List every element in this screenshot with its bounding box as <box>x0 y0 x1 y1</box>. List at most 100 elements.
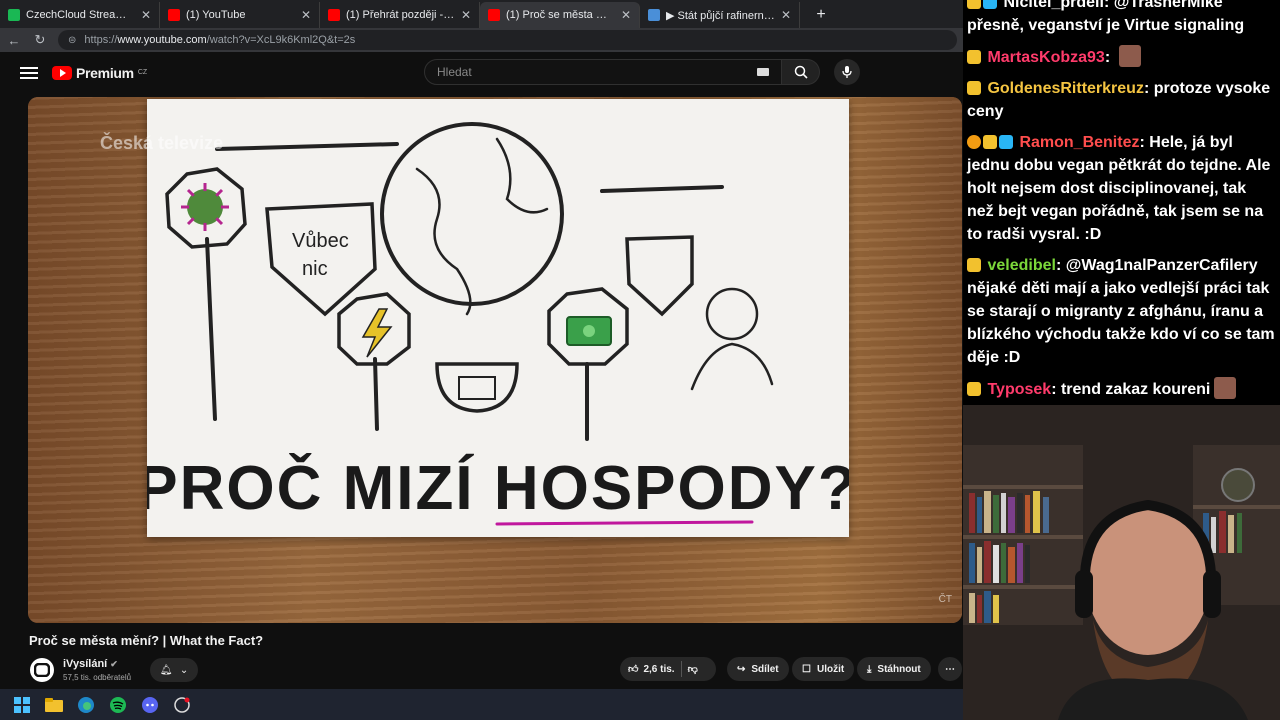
verified-icon: ✔ <box>110 659 118 669</box>
save-button[interactable]: ☐ Uložit <box>792 657 855 681</box>
video-player[interactable]: Vůbec nic PROČ MIZÍ HOSPODY? Česká telev… <box>28 97 962 623</box>
browser-tab-active[interactable]: (1) Proč se města mění? | What the ✕ <box>480 2 640 28</box>
file-explorer-icon[interactable] <box>44 695 64 715</box>
chat-message: veledibel: @Wag1nalPanzerCafilery nějaké… <box>967 257 1275 366</box>
badge-icon <box>967 0 981 9</box>
badge-icon <box>967 382 981 396</box>
tab-title: (1) Přehrát později - YouTube <box>346 9 455 21</box>
logo-text: Premium <box>76 65 134 81</box>
windows-taskbar <box>0 689 963 720</box>
tab-title: CzechCloud Stream - Watch Live o <box>26 9 135 21</box>
tab-favicon-icon <box>488 9 500 21</box>
channel-name-text: iVysílání <box>63 658 108 670</box>
share-icon: ↪ <box>737 663 746 675</box>
search-icon <box>794 65 808 79</box>
address-bar: ← ↻ ⊜ https://www.youtube.com/watch?v=Xc… <box>0 28 963 52</box>
share-label: Sdílet <box>751 663 779 675</box>
download-label: Stáhnout <box>877 663 921 675</box>
tab-favicon-icon <box>168 9 180 21</box>
chat-username: Nicitel_prdeli <box>1003 0 1104 11</box>
url-prefix: https:// <box>84 34 118 46</box>
menu-icon[interactable] <box>20 67 38 79</box>
video-title: Proč se města mění? | What the Fact? <box>29 633 264 648</box>
badge-icon <box>967 258 981 272</box>
browser-tab[interactable]: (1) Přehrát později - YouTube ✕ <box>320 2 480 28</box>
thumbs-down-icon: 👎︎ <box>687 664 698 675</box>
channel-subscribers: 57,5 tis. odběratelů <box>63 673 132 682</box>
discord-icon[interactable] <box>140 695 160 715</box>
tab-title: (1) YouTube <box>186 9 246 21</box>
windows-start-icon[interactable] <box>12 695 32 715</box>
close-tab-icon[interactable]: ✕ <box>141 8 151 22</box>
url-host: www.youtube.com <box>117 34 207 46</box>
chat-username: MartasKobza93 <box>987 49 1105 66</box>
app-icon[interactable] <box>172 695 192 715</box>
chat-message: MartasKobza93: <box>967 45 1276 69</box>
download-icon: ⤓ <box>867 663 872 675</box>
chat-username: veledibel <box>987 257 1056 274</box>
tab-title: (1) Proč se města mění? | What the <box>506 9 615 21</box>
url-path: /watch?v=XcL9k6Kml2Q&t=2s <box>206 34 356 46</box>
chat-message: Ramon_Benitez: Hele, já byl jednu dobu v… <box>967 134 1271 243</box>
close-tab-icon[interactable]: ✕ <box>781 8 791 22</box>
more-actions-button[interactable]: ⋯ <box>938 657 962 681</box>
screen: CzechCloud Stream - Watch Live o ✕ (1) Yo… <box>0 0 1280 720</box>
microphone-icon <box>842 66 852 78</box>
browser-tab[interactable]: ▶ Stát půjčí rafinerním sto tisíc tun ✕ <box>640 2 800 28</box>
channel-avatar[interactable] <box>30 658 54 682</box>
new-tab-icon[interactable]: + <box>808 2 834 28</box>
badge-icon <box>967 135 981 149</box>
search-placeholder: Hledat <box>437 65 472 79</box>
dislike-button[interactable]: 👎︎ <box>688 663 698 675</box>
ivysilani-logo-icon <box>34 663 50 677</box>
badge-icon <box>999 135 1013 149</box>
chat-username: Ramon_Benitez <box>1019 134 1140 151</box>
broadcaster-watermark: ČT <box>938 594 952 605</box>
streamer-webcam <box>963 405 1280 720</box>
back-icon[interactable]: ← <box>6 33 22 48</box>
share-button[interactable]: ↪ Sdílet <box>727 657 789 681</box>
edge-browser-icon[interactable] <box>76 695 96 715</box>
close-tab-icon[interactable]: ✕ <box>621 8 631 22</box>
channel-name[interactable]: iVysílání ✔ <box>63 658 118 670</box>
video-headline: PROČ MIZÍ HOSPODY? <box>147 454 849 523</box>
youtube-header: Premium CZ Hledat <box>0 52 963 94</box>
country-code: CZ <box>137 69 148 76</box>
close-tab-icon[interactable]: ✕ <box>461 8 471 22</box>
youtube-play-icon <box>52 66 72 80</box>
subscription-bell-button[interactable]: 🔔︎ ⌄ <box>150 658 198 682</box>
tab-favicon-icon <box>328 9 340 21</box>
emote-icon <box>1214 377 1237 399</box>
browser-tab-strip: CzechCloud Stream - Watch Live o ✕ (1) Yo… <box>0 0 963 28</box>
broadcaster-logo: Česká televize <box>100 133 224 153</box>
site-info-icon[interactable]: ⊜ <box>68 35 76 46</box>
chevron-down-icon: ⌄ <box>179 664 189 676</box>
close-tab-icon[interactable]: ✕ <box>301 8 311 22</box>
spotify-icon[interactable] <box>108 695 128 715</box>
save-label: Uložit <box>816 663 845 675</box>
download-button[interactable]: ⤓ Stáhnout <box>857 657 931 681</box>
webcam-scene <box>963 405 1280 720</box>
browser-tab[interactable]: (1) YouTube ✕ <box>160 2 320 28</box>
sign-text-line-2: nic <box>302 258 328 280</box>
search-button[interactable] <box>782 59 820 85</box>
youtube-logo[interactable]: Premium CZ <box>52 65 147 81</box>
reload-icon[interactable]: ↻ <box>32 32 48 48</box>
thumbs-up-icon: 👍︎ <box>628 664 639 675</box>
search-input[interactable]: Hledat <box>424 59 782 85</box>
chat-username: GoldenesRitterkreuz <box>987 80 1144 97</box>
badge-icon <box>967 81 981 95</box>
keyboard-icon[interactable] <box>757 68 769 76</box>
like-button[interactable]: 👍︎ 2,6 tis. <box>628 663 675 676</box>
chat-username: Typosek <box>987 381 1052 398</box>
url-field[interactable]: ⊜ https://www.youtube.com/watch?v=XcL9k6… <box>58 30 957 50</box>
divider <box>680 661 682 677</box>
badge-icon <box>983 135 997 149</box>
browser-tab[interactable]: CzechCloud Stream - Watch Live o ✕ <box>0 2 160 28</box>
badge-icon <box>983 0 997 9</box>
emote-icon <box>1118 45 1141 67</box>
chat-text: trend zakaz koureni <box>1060 381 1211 398</box>
voice-search-button[interactable] <box>834 59 860 85</box>
tab-favicon-icon <box>8 9 20 21</box>
url-text: https://www.youtube.com/watch?v=XcL9k6Km… <box>84 34 355 46</box>
